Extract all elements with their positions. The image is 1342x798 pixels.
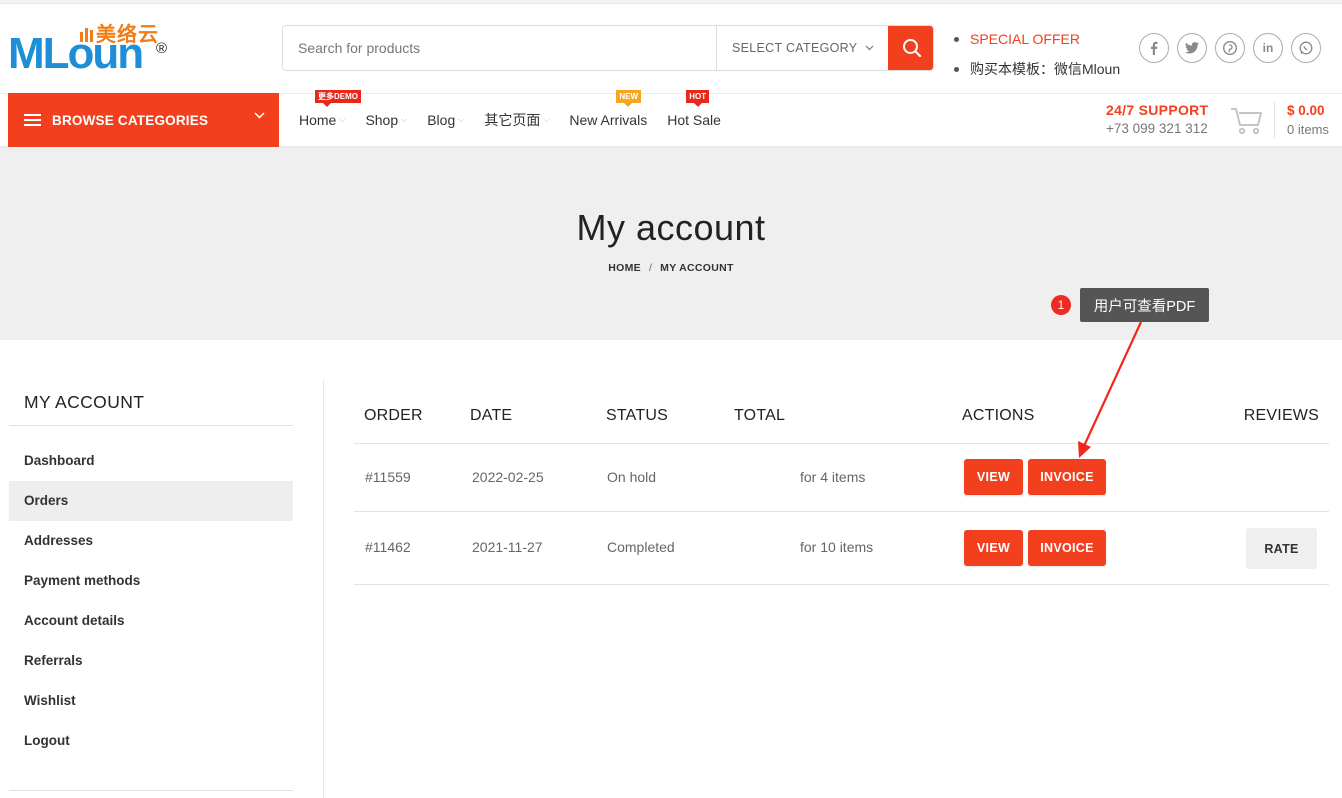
bullet-icon	[954, 66, 959, 72]
sidebar-heading: MY ACCOUNT	[9, 380, 293, 426]
cart-summary[interactable]: $ 0.00 0 items	[1287, 103, 1329, 137]
sidebar-item-payment-methods[interactable]: Payment methods	[9, 561, 293, 601]
search-button[interactable]	[888, 26, 933, 70]
column-header-total: TOTAL	[734, 407, 786, 424]
order-date: 2022-02-25	[472, 469, 544, 485]
cart-item-count: 0 items	[1287, 122, 1329, 137]
nav-item-label: Shop	[365, 112, 399, 128]
category-select-label: SELECT CATEGORY	[732, 41, 858, 55]
sidebar-item-addresses[interactable]: Addresses	[9, 521, 293, 561]
twitter-icon[interactable]	[1177, 33, 1207, 63]
column-header-reviews: REVIEWS	[1243, 407, 1319, 424]
table-header: ORDER DATE STATUS TOTAL ACTIONS REVIEWS	[354, 392, 1329, 444]
breadcrumb-home[interactable]: HOME	[608, 262, 641, 274]
pinterest-icon[interactable]	[1215, 33, 1245, 63]
nav-item-label: Blog	[427, 112, 456, 128]
support-title: 24/7 SUPPORT	[1106, 102, 1209, 118]
nav-item-label: 其它页面	[484, 112, 541, 128]
column-header-order: ORDER	[364, 407, 423, 424]
caret-down-icon: ⌵	[339, 115, 346, 124]
column-header-date: DATE	[470, 407, 513, 424]
support-phone[interactable]: +73 099 321 312	[1106, 121, 1208, 136]
order-status: Completed	[607, 539, 675, 555]
column-header-status: STATUS	[606, 407, 668, 424]
browse-categories-label: BROWSE CATEGORIES	[52, 112, 209, 128]
breadcrumb-separator: /	[648, 262, 653, 274]
logo-chinese: 美络云	[96, 24, 159, 46]
invoice-button[interactable]: INVOICE	[1028, 459, 1106, 495]
annotation-number: 1	[1051, 295, 1071, 315]
logo-registered: ®	[156, 40, 168, 57]
nav-item-label: New Arrivals	[569, 112, 648, 128]
cart-divider	[1274, 102, 1275, 138]
cart-price: $ 0.00	[1287, 103, 1325, 118]
annotation-tooltip: 用户可查看PDF	[1080, 288, 1209, 322]
hamburger-icon	[24, 114, 41, 126]
facebook-icon[interactable]	[1139, 33, 1169, 63]
sidebar-item-referrals[interactable]: Referrals	[9, 641, 293, 681]
support-info: 24/7 SUPPORT +73 099 321 312	[1106, 102, 1208, 136]
bullet-icon	[954, 36, 959, 42]
site-header: MLoun 美络云 ® SELECT CATEGORY SPECIAL OFFE…	[0, 4, 1342, 93]
page-title: My account	[576, 207, 766, 248]
sidebar-item-orders[interactable]: Orders	[9, 481, 293, 521]
sidebar-item-wishlist[interactable]: Wishlist	[9, 681, 293, 721]
order-total: for 10 items	[800, 539, 874, 555]
caret-down-icon: ⌵	[543, 115, 550, 124]
social-links: in	[1139, 33, 1321, 63]
main-navbar: BROWSE CATEGORIES 更多DEMO Home ⌵ Shop ⌵ Blo…	[0, 90, 1342, 147]
account-sidebar: MY ACCOUNT Dashboard Orders Addresses Pa…	[9, 380, 293, 761]
breadcrumb: HOME / MY ACCOUNT	[0, 262, 1342, 274]
nav-item-shop[interactable]: Shop ⌵	[365, 112, 407, 128]
sidebar-item-logout[interactable]: Logout	[9, 721, 293, 761]
table-row: #11462 2021-11-27 Completed for 10 items…	[354, 512, 1329, 585]
main-menu: 更多DEMO Home ⌵ Shop ⌵ Blog ⌵ 其它页面 ⌵ NEW New A…	[299, 90, 741, 146]
order-number[interactable]: #11462	[365, 539, 411, 555]
site-logo[interactable]: MLoun 美络云 ®	[8, 22, 173, 76]
invoice-button[interactable]: INVOICE	[1028, 530, 1106, 566]
nav-item-blog[interactable]: Blog ⌵	[427, 112, 464, 128]
nav-item-new-arrivals[interactable]: NEW New Arrivals	[569, 90, 648, 128]
promo-list: SPECIAL OFFER 购买本模板：微信Mloun	[954, 24, 1120, 84]
sidebar-item-account-details[interactable]: Account details	[9, 601, 293, 641]
column-header-actions: ACTIONS	[962, 407, 1035, 424]
nav-item-label: Home	[299, 112, 337, 128]
nav-item-home[interactable]: 更多DEMO Home ⌵	[299, 90, 361, 128]
nav-item-hot-sale[interactable]: HOT Hot Sale	[667, 90, 721, 128]
nav-item-label: Hot Sale	[667, 112, 721, 128]
order-total: for 4 items	[800, 469, 866, 485]
search-icon	[902, 39, 921, 58]
category-select[interactable]: SELECT CATEGORY	[716, 26, 888, 70]
account-menu: Dashboard Orders Addresses Payment metho…	[9, 441, 293, 761]
hot-badge: HOT	[686, 90, 710, 107]
chevron-down-icon	[865, 45, 874, 51]
special-offer-link[interactable]: SPECIAL OFFER	[970, 24, 1080, 54]
content-divider	[323, 380, 324, 798]
whatsapp-icon[interactable]	[1291, 33, 1321, 63]
orders-table: ORDER DATE STATUS TOTAL ACTIONS REVIEWS …	[354, 392, 1329, 585]
linkedin-icon[interactable]: in	[1253, 33, 1283, 63]
sidebar-item-dashboard[interactable]: Dashboard	[9, 441, 293, 481]
view-button[interactable]: VIEW	[964, 530, 1023, 566]
view-button[interactable]: VIEW	[964, 459, 1023, 495]
caret-down-icon: ⌵	[458, 115, 465, 124]
search-input[interactable]	[283, 26, 716, 70]
order-number[interactable]: #11559	[365, 469, 411, 485]
sidebar-divider	[9, 790, 293, 791]
nav-item-other-pages[interactable]: 其它页面 ⌵	[484, 110, 549, 130]
search-bar: SELECT CATEGORY	[282, 25, 934, 71]
table-row: #11559 2022-02-25 On hold for 4 items VI…	[354, 444, 1329, 512]
chevron-down-icon	[254, 112, 265, 119]
buy-template-link[interactable]: 购买本模板：微信Mloun	[970, 54, 1120, 84]
demo-badge: 更多DEMO	[315, 90, 361, 107]
breadcrumb-current: MY ACCOUNT	[660, 262, 734, 274]
order-status: On hold	[607, 469, 657, 485]
caret-down-icon: ⌵	[401, 115, 408, 124]
rate-button[interactable]: RATE	[1246, 528, 1317, 569]
cart-icon[interactable]	[1230, 106, 1264, 136]
new-badge: NEW	[616, 90, 642, 107]
order-date: 2021-11-27	[472, 539, 543, 555]
browse-categories-button[interactable]: BROWSE CATEGORIES	[8, 93, 279, 147]
